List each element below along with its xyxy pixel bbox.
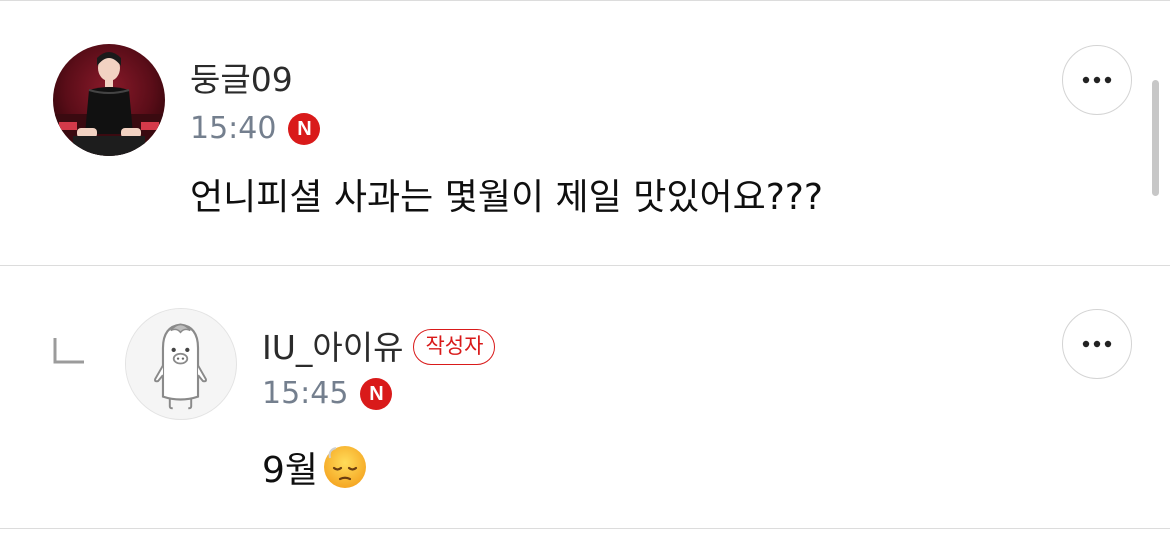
avatar[interactable]	[125, 308, 237, 420]
reply-comment-item: IU_아이유 작성자 15:45 N 9월	[0, 266, 1170, 528]
comment-meta: 15:45 N	[262, 376, 393, 411]
comment-author[interactable]: IU_아이유 작성자	[262, 328, 496, 367]
comment-meta: 15:40 N	[190, 111, 321, 146]
new-badge: N	[288, 113, 321, 145]
more-horizontal-icon	[1082, 340, 1112, 348]
comment-time: 15:40	[190, 111, 277, 146]
profile-photo-icon	[53, 44, 165, 156]
author-badge: 작성자	[413, 329, 496, 365]
comment-author-name[interactable]: IU_아이유	[262, 328, 403, 367]
more-button[interactable]	[1062, 45, 1132, 115]
comment-item: 둥글09 15:40 N 언니피셜 사과는 몇월이 제일 맛있어요???	[0, 0, 1170, 265]
comment-text-content: 9월	[262, 450, 319, 491]
comment-text: 9월	[262, 444, 368, 497]
bottom-divider	[0, 528, 1170, 529]
more-horizontal-icon	[1082, 76, 1112, 84]
default-penguin-avatar-icon	[126, 309, 235, 418]
comment-text: 언니피셜 사과는 몇월이 제일 맛있어요???	[190, 177, 824, 218]
more-button[interactable]	[1062, 309, 1132, 379]
reply-arrow-icon	[53, 338, 84, 364]
new-badge: N	[360, 378, 393, 410]
pensive-face-emoji-icon	[322, 444, 368, 497]
avatar[interactable]	[53, 44, 165, 156]
comment-time: 15:45	[262, 376, 349, 411]
scrollbar[interactable]	[1152, 80, 1159, 196]
comment-author[interactable]: 둥글09	[190, 63, 293, 96]
